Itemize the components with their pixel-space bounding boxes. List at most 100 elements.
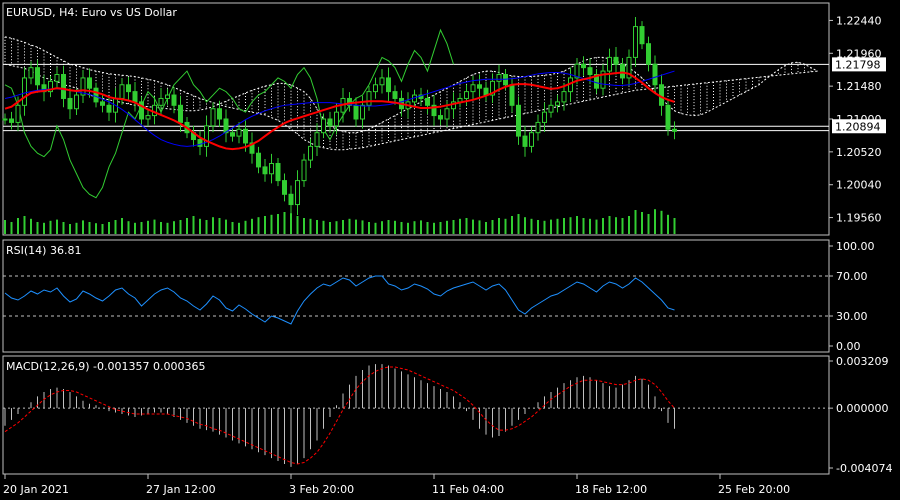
candle-body [106, 104, 112, 113]
rsi-tick-label: 70.00 [836, 270, 868, 283]
candle-body [607, 56, 612, 72]
candle-body [28, 67, 34, 79]
candle-body [327, 118, 333, 127]
rsi-tick-label: 100.00 [836, 240, 875, 253]
price-tick-label: 1.21480 [836, 80, 882, 93]
price-tick-label: 1.22440 [836, 14, 882, 27]
chart-background [0, 0, 900, 500]
candle-body [652, 63, 658, 86]
candle-body [100, 101, 105, 106]
candle-body [54, 74, 60, 82]
price-tick-label: 1.20040 [836, 179, 882, 192]
rsi-title: RSI(14) 36.81 [6, 244, 81, 257]
rsi-tick-label: 0.00 [836, 340, 861, 353]
candle-body [334, 111, 339, 127]
candle-body [171, 94, 177, 106]
candle-body [321, 118, 326, 134]
candle-body [529, 132, 534, 147]
candle-body [444, 108, 450, 120]
candle-body [509, 84, 515, 106]
candle-body [366, 91, 372, 106]
candle-body [67, 97, 73, 110]
candle-body [22, 77, 27, 106]
candle-body [386, 77, 391, 93]
candle-body [672, 128, 677, 132]
candle-body [230, 132, 235, 137]
candle-body [15, 104, 21, 123]
candle-body [438, 115, 443, 120]
candle-body [295, 180, 300, 206]
candle-body [217, 108, 222, 120]
candle-body [301, 159, 307, 182]
candle-body [477, 84, 482, 89]
candle-body [275, 162, 281, 182]
candle-body [9, 118, 14, 123]
time-tick-label: 25 Feb 20:00 [718, 483, 790, 496]
candle-body [314, 132, 320, 147]
candle-body [61, 74, 66, 99]
candle-body [93, 87, 99, 103]
trading-chart: EURUSD, H4: Euro vs US Dollar 1.22440 1.2… [0, 0, 900, 500]
candle-body [555, 101, 560, 106]
candle-body [665, 104, 671, 130]
candle-body [360, 104, 365, 120]
candle-body [587, 67, 593, 76]
macd-tick-label: 0.000000 [836, 402, 889, 415]
candle-body [639, 26, 645, 45]
candle-body [392, 91, 398, 99]
price-tick-label: 1.19560 [836, 212, 882, 225]
macd-tick-label: -0.004074 [836, 462, 892, 475]
candle-body [119, 84, 125, 99]
time-tick-label: 27 Jan 12:00 [146, 483, 216, 496]
candle-body [269, 162, 274, 175]
candle-body [496, 74, 502, 82]
candle-body [470, 84, 476, 93]
candle-body [613, 56, 619, 65]
candle-body [548, 104, 554, 113]
candle-body [204, 125, 209, 147]
candle-body [288, 193, 294, 206]
candle-body [581, 63, 586, 69]
candle-body [464, 91, 469, 99]
candle-body [308, 145, 313, 161]
time-tick-label: 11 Feb 04:00 [432, 483, 504, 496]
candle-body [126, 84, 131, 93]
rsi-tick-label: 30.00 [836, 310, 868, 323]
candle-body [379, 77, 385, 86]
candle-body [74, 94, 79, 110]
price-tick-label: 1.20520 [836, 146, 882, 159]
candle-body [425, 97, 430, 106]
candle-body [516, 104, 521, 137]
candle-body [282, 180, 287, 195]
price-label-text: 1.21798 [835, 58, 881, 71]
candle-body [620, 63, 625, 79]
candle-body [535, 121, 541, 134]
price-label-text: 1.20894 [835, 120, 881, 133]
candle-body [236, 128, 242, 137]
macd-title: MACD(12,26,9) -0.001357 0.000365 [6, 360, 205, 373]
candle-body [483, 87, 489, 96]
candle-body [542, 111, 547, 123]
candle-body [87, 77, 92, 89]
candle-body [132, 91, 138, 103]
candle-body [353, 104, 359, 120]
macd-tick-label: 0.003209 [836, 355, 889, 368]
candle-body [145, 115, 151, 120]
candle-body [2, 118, 8, 121]
candle-body [262, 166, 268, 175]
candle-body [243, 128, 248, 144]
candle-body [197, 139, 203, 147]
price-pane-title: EURUSD, H4: Euro vs US Dollar [6, 6, 177, 19]
candle-body [633, 26, 638, 58]
time-tick-label: 20 Jan 2021 [3, 483, 69, 496]
candle-body [373, 84, 378, 93]
candle-body [165, 94, 170, 99]
time-tick-label: 3 Feb 20:00 [289, 483, 354, 496]
candle-body [152, 104, 157, 117]
candle-body [210, 108, 216, 127]
candle-body [646, 43, 651, 65]
candle-body [178, 104, 183, 123]
candle-body [522, 135, 528, 147]
candle-body [256, 152, 261, 168]
candle-body [561, 91, 567, 103]
